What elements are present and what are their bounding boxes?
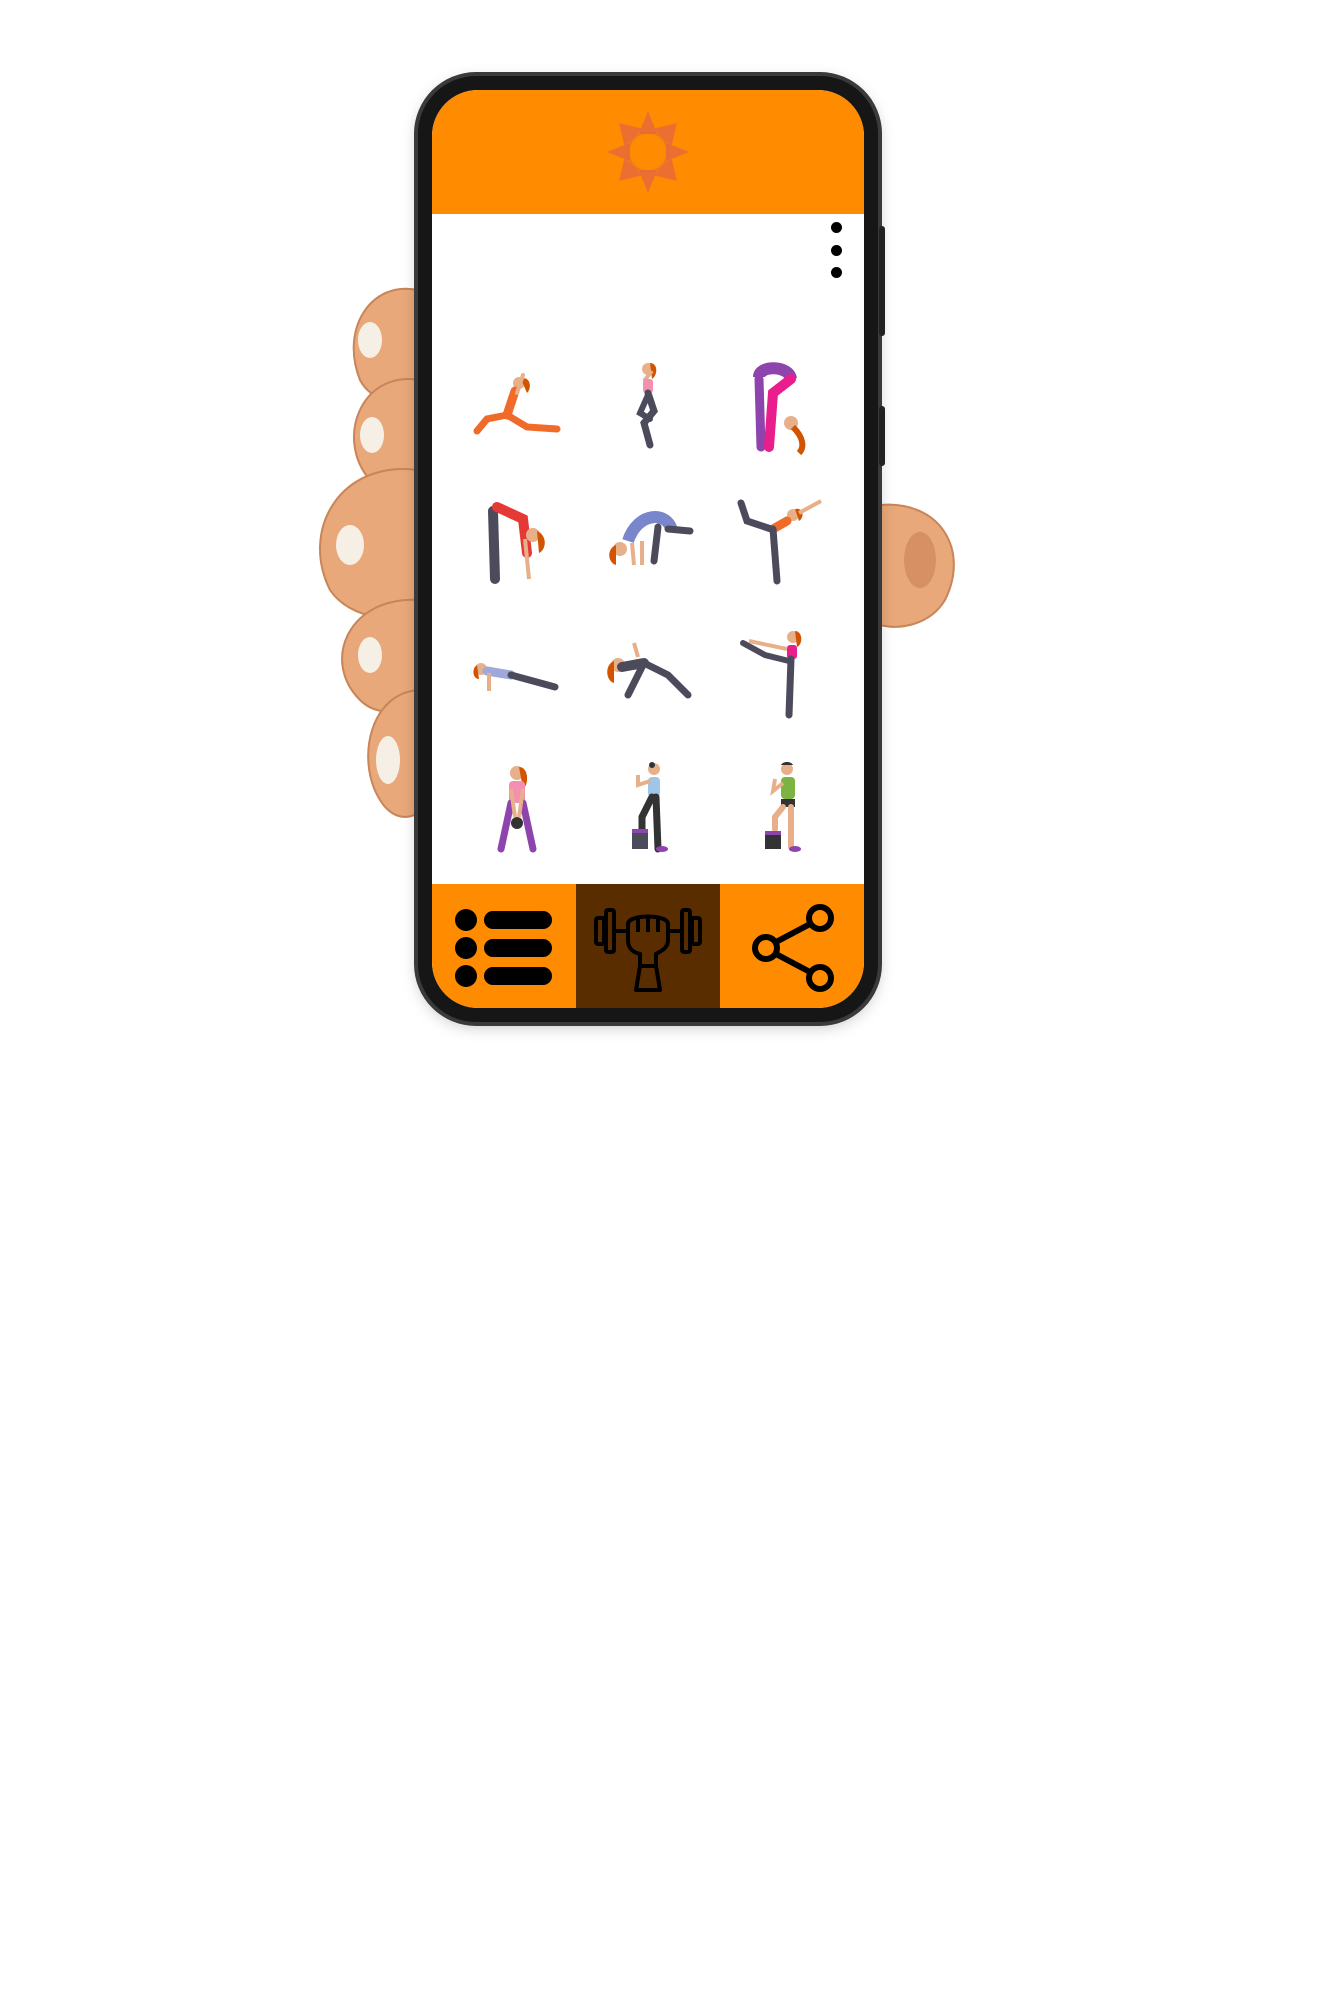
- pose-dancer[interactable]: [713, 474, 844, 608]
- pose-forward-fold[interactable]: [452, 474, 583, 608]
- app-header: [432, 90, 864, 214]
- pose-low-lunge[interactable]: [452, 340, 583, 474]
- low-lunge-figure: [473, 373, 561, 435]
- pose-standing-leg-raise[interactable]: [713, 608, 844, 742]
- eagle-figure: [636, 363, 658, 449]
- crow-figure: [609, 511, 694, 566]
- pose-kettlebell-swing[interactable]: [452, 742, 583, 876]
- dancer-figure: [737, 499, 822, 585]
- nav-list-button[interactable]: [432, 884, 576, 1008]
- step-up-woman-figure: [631, 762, 668, 853]
- pose-step-up-man[interactable]: [713, 742, 844, 876]
- pose-eagle[interactable]: [583, 340, 714, 474]
- pose-side-angle[interactable]: [583, 608, 714, 742]
- step-up-man-figure: [764, 762, 801, 852]
- share-icon: [752, 904, 834, 992]
- standing-leg-raise-figure: [739, 631, 801, 719]
- side-angle-figure: [607, 642, 692, 699]
- nav-share-button[interactable]: [720, 884, 864, 1008]
- phone-side-button: [879, 406, 885, 466]
- forward-fold-figure: [488, 502, 546, 584]
- bottom-navigation: [432, 884, 864, 1008]
- pose-crow[interactable]: [583, 474, 714, 608]
- nav-workout-button[interactable]: [576, 884, 720, 1008]
- pose-plank[interactable]: [452, 608, 583, 742]
- plank-figure: [473, 663, 559, 691]
- dumbbell-fist-icon: [594, 908, 702, 992]
- kettlebell-swing-figure: [497, 766, 537, 853]
- list-icon: [455, 909, 552, 987]
- star-flower-icon: [606, 110, 690, 194]
- forward-fold-wide-figure: [752, 362, 806, 456]
- pose-step-up-woman[interactable]: [583, 742, 714, 876]
- kebab-menu-icon[interactable]: [826, 222, 846, 278]
- pose-forward-fold-wide[interactable]: [713, 340, 844, 474]
- phone-frame: [418, 76, 885, 1022]
- app-screen: [432, 90, 864, 1008]
- phone-side-button: [879, 226, 885, 336]
- exercise-grid: [452, 340, 844, 876]
